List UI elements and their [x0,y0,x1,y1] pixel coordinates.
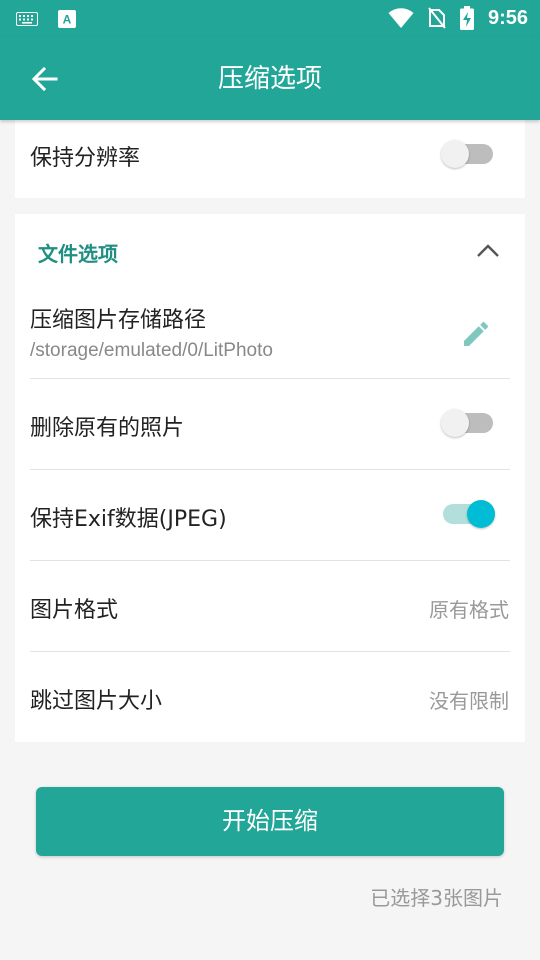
svg-text:A: A [63,13,72,27]
no-sim-icon [428,7,446,29]
selected-count-text: 已选择3张图片 [370,886,503,910]
divider [30,651,510,652]
keep-resolution-label: 保持分辨率 [30,146,141,171]
status-time: 9:56 [487,6,528,29]
chevron-up-icon[interactable] [475,240,501,260]
compression-card: 保持分辨率 [15,120,525,198]
toggle-thumb [441,140,469,168]
a-notification-icon: A [58,10,76,28]
storage-path-label: 压缩图片存储路径 [30,308,207,333]
toggle-thumb [441,409,469,437]
pencil-icon[interactable] [460,318,492,350]
keep-resolution-toggle[interactable] [441,139,495,169]
delete-original-label: 删除原有的照片 [30,416,185,441]
skip-size-value: 没有限制 [429,689,509,713]
divider [30,469,510,470]
wifi-icon [388,8,414,28]
app-toolbar: 压缩选项 [0,36,540,120]
delete-original-toggle[interactable] [441,408,495,438]
image-format-value: 原有格式 [429,598,509,622]
file-options-card: 文件选项 压缩图片存储路径 /storage/emulated/0/LitPho… [15,214,525,742]
image-format-label: 图片格式 [30,598,119,623]
toggle-thumb [467,500,495,528]
keyboard-icon [16,12,38,26]
section-header-file-options: 文件选项 [38,242,118,266]
divider [30,378,510,379]
skip-size-label: 跳过图片大小 [30,689,163,714]
keep-exif-toggle[interactable] [441,499,495,529]
battery-charging-icon [459,6,474,30]
start-compress-button[interactable]: 开始压缩 [36,787,504,856]
status-bar: A 9:56 [0,0,540,36]
keep-exif-label: 保持Exif数据(JPEG) [30,507,227,532]
divider [30,560,510,561]
page-title: 压缩选项 [217,64,322,94]
storage-path-value: /storage/emulated/0/LitPhoto [30,340,273,361]
